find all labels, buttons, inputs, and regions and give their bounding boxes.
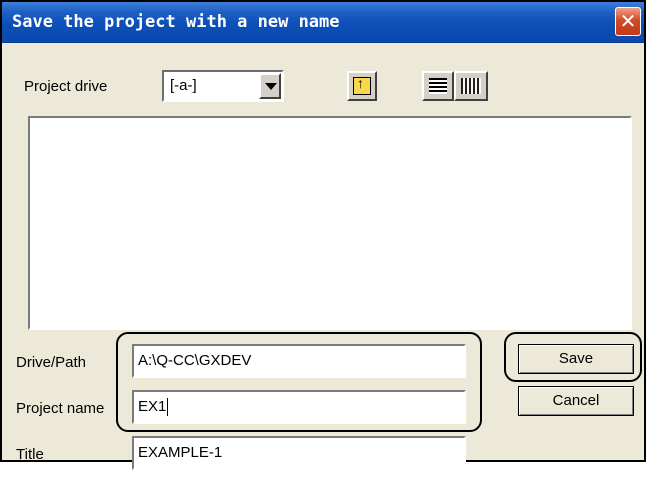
cancel-button[interactable]: Cancel — [518, 386, 634, 416]
drive-path-label: Drive/Path — [16, 354, 87, 371]
project-drive-label: Project drive — [24, 78, 108, 95]
title-field[interactable]: EXAMPLE-1 — [132, 436, 466, 470]
path-name-highlight — [116, 332, 482, 432]
title-value: EXAMPLE-1 — [138, 444, 223, 461]
file-list[interactable] — [28, 116, 632, 330]
title-bar[interactable]: Save the project with a new name ✕ — [2, 2, 644, 43]
close-button[interactable]: ✕ — [615, 7, 641, 36]
chevron-down-icon[interactable] — [259, 73, 281, 99]
details-view-icon — [461, 78, 481, 94]
dialog-title: Save the project with a new name — [12, 12, 340, 32]
project-drive-select[interactable]: [-a-] — [162, 70, 284, 102]
project-name-label: Project name — [16, 400, 105, 417]
list-view-icon — [429, 78, 447, 94]
folder-up-button[interactable] — [347, 71, 377, 101]
save-button-highlight — [504, 332, 642, 382]
details-view-button[interactable] — [454, 71, 488, 101]
title-label: Title — [16, 446, 44, 463]
folder-up-icon — [353, 75, 371, 95]
list-view-button[interactable] — [422, 71, 454, 101]
project-drive-value: [-a-] — [170, 77, 197, 94]
